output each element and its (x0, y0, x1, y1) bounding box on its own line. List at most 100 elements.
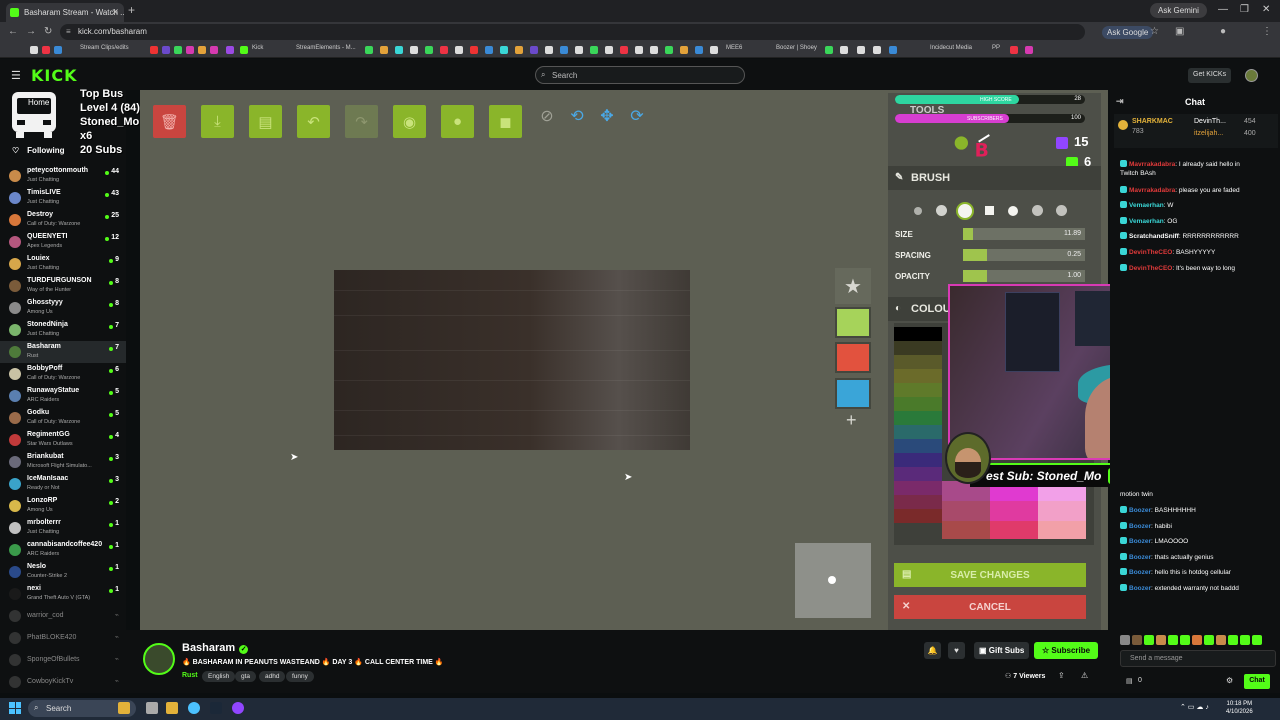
bookmark-icon[interactable] (162, 46, 170, 54)
gift-subs-button[interactable]: ▣ Gift Subs (974, 642, 1030, 659)
site-info-icon[interactable]: ≡ (66, 27, 71, 36)
bookmark-icon[interactable] (425, 46, 433, 54)
follow-heart-icon[interactable]: ♥ (948, 642, 965, 659)
maximize-icon[interactable]: ❐ (1240, 4, 1249, 15)
brush-shape-square[interactable] (985, 206, 994, 215)
notification-bell-icon[interactable]: 🔔 (924, 642, 941, 659)
sidebar-channel-stonedninja[interactable]: StonedNinja Just Chatting 7 (0, 319, 126, 341)
tag-gta[interactable]: gta (235, 671, 257, 682)
move-icon[interactable]: ✥ (596, 105, 618, 127)
bookmark-icon[interactable] (605, 46, 613, 54)
kick-logo[interactable]: KICK (31, 66, 78, 85)
emote-icon[interactable] (1144, 635, 1154, 645)
bookmark-icon[interactable] (198, 46, 206, 54)
tag-funny[interactable]: funny (286, 671, 314, 682)
bookmark-icon[interactable] (395, 46, 403, 54)
bookmark-icon[interactable] (186, 46, 194, 54)
bookmark-star-icon[interactable]: ☆ (1150, 26, 1159, 37)
chat-username[interactable]: Mavrrakadabra (1129, 161, 1175, 168)
idea-button[interactable]: ● (441, 105, 474, 138)
camera-button[interactable]: ◉ (393, 105, 426, 138)
close-tab-icon[interactable]: ✕ (111, 7, 119, 18)
chat-username[interactable]: Vemaerhan (1129, 202, 1164, 209)
browser-tab[interactable]: Basharam Stream - Watch ... ✕ (6, 3, 124, 22)
windows-start-icon[interactable] (9, 702, 21, 714)
sidebar-channel-mrbolterrr[interactable]: mrbolterrr Just Chatting 1 (0, 517, 126, 539)
chat-username[interactable]: Vemaerhan (1129, 218, 1164, 225)
report-icon[interactable]: ⚠ (1081, 671, 1088, 680)
sidebar-channel-lonzorp[interactable]: LonzoRP Among Us 2 (0, 495, 126, 517)
new-tab-icon[interactable]: + (128, 3, 135, 17)
disable-icon[interactable]: ⊘ (536, 105, 558, 127)
tray-icons[interactable]: ⌃ ▭ ☁ ♪ (1180, 703, 1209, 711)
chat-username[interactable]: Boozer (1129, 554, 1151, 561)
bookmark-mee6[interactable]: MEE6 (726, 45, 742, 51)
stream-category[interactable]: Rust (182, 672, 198, 679)
chat-username[interactable]: DevinTheCEO (1129, 265, 1172, 272)
rotate-right-icon[interactable]: ⟳ (626, 105, 648, 127)
paint-canvas[interactable] (334, 270, 690, 450)
bookmark-icon[interactable] (635, 46, 643, 54)
bookmark-icon[interactable] (695, 46, 703, 54)
profile-icon[interactable]: ● (1220, 26, 1226, 37)
save-changes-button[interactable]: ▤ SAVE CHANGES (894, 563, 1086, 587)
redo-button[interactable]: ↷ (345, 105, 378, 138)
sidebar-channel-neslo[interactable]: Neslo Counter-Strike 2 1 (0, 561, 126, 583)
bookmark-icon[interactable] (42, 46, 50, 54)
streamer-name[interactable]: Basharam (182, 642, 235, 654)
bookmark-icon[interactable] (545, 46, 553, 54)
bookmark-icon[interactable] (665, 46, 673, 54)
ask-gemini-button[interactable]: Ask Gemini (1150, 3, 1207, 18)
bookmark-icon[interactable] (380, 46, 388, 54)
subscribe-button[interactable]: ☆ Subscribe (1034, 642, 1099, 659)
sidebar-channel-icemanisaac[interactable]: IceManIsaac Ready or Not 3 (0, 473, 126, 495)
back-icon[interactable]: ← (8, 26, 18, 37)
bookmark-icon[interactable] (485, 46, 493, 54)
bookmark-icon[interactable] (470, 46, 478, 54)
sidebar-channel-godku[interactable]: Godku Call of Duty: Warzone 5 (0, 407, 126, 429)
bookmark-icon[interactable] (590, 46, 598, 54)
bookmark-icon[interactable] (515, 46, 523, 54)
share-icon[interactable]: ⇪ (1058, 671, 1065, 680)
emote-icon[interactable] (1168, 635, 1178, 645)
bookmark-icon[interactable] (889, 46, 897, 54)
swatch-blue[interactable] (835, 378, 871, 409)
brush-shape-spray[interactable] (1056, 205, 1067, 216)
brush-shape-small[interactable] (914, 207, 922, 215)
minimize-icon[interactable]: — (1218, 4, 1228, 15)
sidebar-offline-warrior_cod[interactable]: warrior_cod ⌁ (0, 605, 126, 627)
emote-icon[interactable] (1180, 635, 1190, 645)
chat-username[interactable]: DevinTheCEO (1129, 249, 1172, 256)
chat-username[interactable]: Mavrrakadabra (1129, 187, 1175, 194)
tag-english[interactable]: English (202, 671, 236, 682)
steam-icon[interactable] (210, 702, 222, 714)
ask-google-button[interactable]: Ask Google (1102, 26, 1154, 39)
chat-username[interactable]: Boozer (1129, 585, 1151, 592)
download-button[interactable]: ⤓ (201, 105, 234, 138)
bookmark-icon[interactable] (440, 46, 448, 54)
bookmark-icon[interactable] (210, 46, 218, 54)
comment-button[interactable]: ◼ (489, 105, 522, 138)
bookmark-icon[interactable] (710, 46, 718, 54)
swatch-red[interactable] (835, 342, 871, 373)
size-slider[interactable]: SIZE 11.89 (888, 227, 1101, 241)
collapse-chat-icon[interactable]: ⇥ (1116, 96, 1124, 107)
chat-username[interactable]: ScratchandSniff (1129, 233, 1179, 240)
bookmark-icon[interactable] (650, 46, 658, 54)
sidebar-channel-ghosstyyy[interactable]: Ghosstyyy Among Us 8 (0, 297, 126, 319)
menu-icon[interactable]: ☰ (11, 69, 21, 82)
spacing-slider[interactable]: SPACING 0.25 (888, 248, 1101, 262)
rotate-left-icon[interactable]: ⟲ (566, 105, 588, 127)
close-window-icon[interactable]: ✕ (1262, 4, 1270, 15)
emote-icon[interactable] (1156, 635, 1166, 645)
sidebar-channel-regimentgg[interactable]: RegimentGG Star Wars Outlaws 4 (0, 429, 126, 451)
delete-button[interactable]: 🗑 (153, 105, 186, 138)
bookmark-icon[interactable] (530, 46, 538, 54)
sidebar-channel-nexi[interactable]: nexi Grand Theft Auto V (GTA) 1 (0, 583, 126, 605)
chat-username[interactable]: Boozer (1129, 538, 1151, 545)
chrome-icon[interactable] (188, 702, 200, 714)
chat-send-button[interactable]: Chat (1244, 674, 1270, 689)
task-view-icon[interactable] (146, 702, 158, 714)
brush-shape-medium[interactable] (936, 205, 947, 216)
chat-username[interactable]: Boozer (1129, 507, 1151, 514)
